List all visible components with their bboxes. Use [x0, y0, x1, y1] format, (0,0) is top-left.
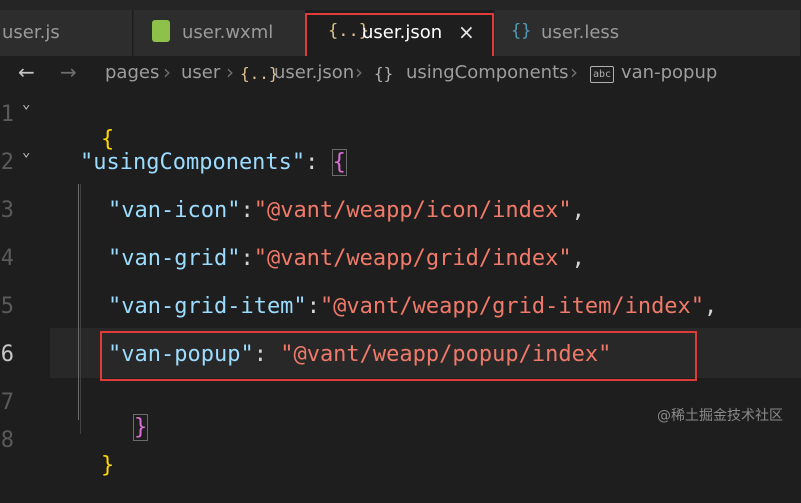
breadcrumb: ← → pages › user › {..} user.json › {} u… [0, 56, 801, 92]
tab-bar: user.js user.wxml {..} user.json × {} us… [0, 0, 801, 61]
tab-user-js[interactable]: user.js [0, 10, 133, 56]
line-number: 4 [0, 246, 14, 271]
open-brace: { [100, 127, 115, 152]
tab-user-wxml[interactable]: user.wxml [134, 10, 306, 56]
code-line-4: "van-grid":"@vant/weapp/grid/index", [108, 246, 585, 271]
tab-label: user.wxml [182, 22, 274, 43]
json-key: "van-grid-item" [108, 294, 307, 319]
json-string: "@vant/weapp/icon/index" [253, 198, 572, 223]
json-string: "@vant/weapp/grid-item/index" [319, 294, 705, 319]
line-highlight-box [100, 331, 697, 381]
tab-highlight-box [305, 13, 494, 61]
breadcrumb-item-user[interactable]: user [181, 62, 220, 83]
breadcrumb-item-usingcomponents[interactable]: usingComponents [406, 62, 569, 83]
line-number: 6 [0, 342, 14, 367]
code-line-5: "van-grid-item":"@vant/weapp/grid-item/i… [108, 294, 718, 319]
breadcrumb-separator: › [163, 60, 171, 84]
line-number: 1 [0, 102, 14, 127]
line-number: 7 [0, 390, 14, 415]
colon: : [305, 150, 332, 175]
bracket-scope-guide [78, 184, 80, 420]
breadcrumb-separator: › [570, 60, 578, 84]
breadcrumb-separator: › [355, 60, 363, 84]
forward-arrow-icon[interactable]: → [60, 60, 77, 84]
line-number: 2 [0, 150, 14, 175]
matched-bracket: { [331, 149, 347, 176]
string-icon: abc [590, 66, 614, 83]
tab-label: user.less [541, 22, 620, 43]
less-file-icon: {} [511, 21, 532, 41]
line-number: 3 [0, 198, 14, 223]
json-file-icon: {..} [240, 64, 279, 83]
json-key: "van-icon" [108, 198, 241, 223]
code-line-2: "usingComponents": { [80, 149, 347, 176]
breadcrumb-item-user-json[interactable]: user.json [274, 62, 354, 83]
fold-chevron-icon[interactable]: ⌄ [22, 144, 30, 160]
tab-label: user.js [2, 22, 60, 43]
line-number: 5 [0, 294, 14, 319]
json-key: "van-grid" [108, 246, 241, 271]
object-icon: {} [374, 64, 394, 83]
watermark: @稀土掘金技术社区 [657, 408, 783, 424]
wxml-file-icon [152, 20, 170, 42]
json-key: "usingComponents" [80, 150, 306, 175]
breadcrumb-item-van-popup[interactable]: van-popup [621, 62, 717, 83]
code-line-3: "van-icon":"@vant/weapp/icon/index", [108, 198, 585, 223]
fold-chevron-icon[interactable]: ⌄ [22, 96, 30, 112]
code-line-8: } [48, 428, 114, 503]
back-arrow-icon[interactable]: ← [18, 60, 35, 84]
breadcrumb-item-pages[interactable]: pages [105, 62, 159, 83]
close-brace: } [100, 453, 115, 478]
code-editor[interactable]: 1 ⌄ 2 ⌄ 3 4 5 6 7 8 { "usingComponents":… [0, 92, 801, 478]
json-string: "@vant/weapp/grid/index" [253, 246, 572, 271]
breadcrumb-separator: › [226, 60, 234, 84]
line-number: 8 [0, 428, 14, 453]
matched-bracket: } [132, 414, 149, 441]
tab-user-less[interactable]: {} user.less [495, 10, 801, 56]
